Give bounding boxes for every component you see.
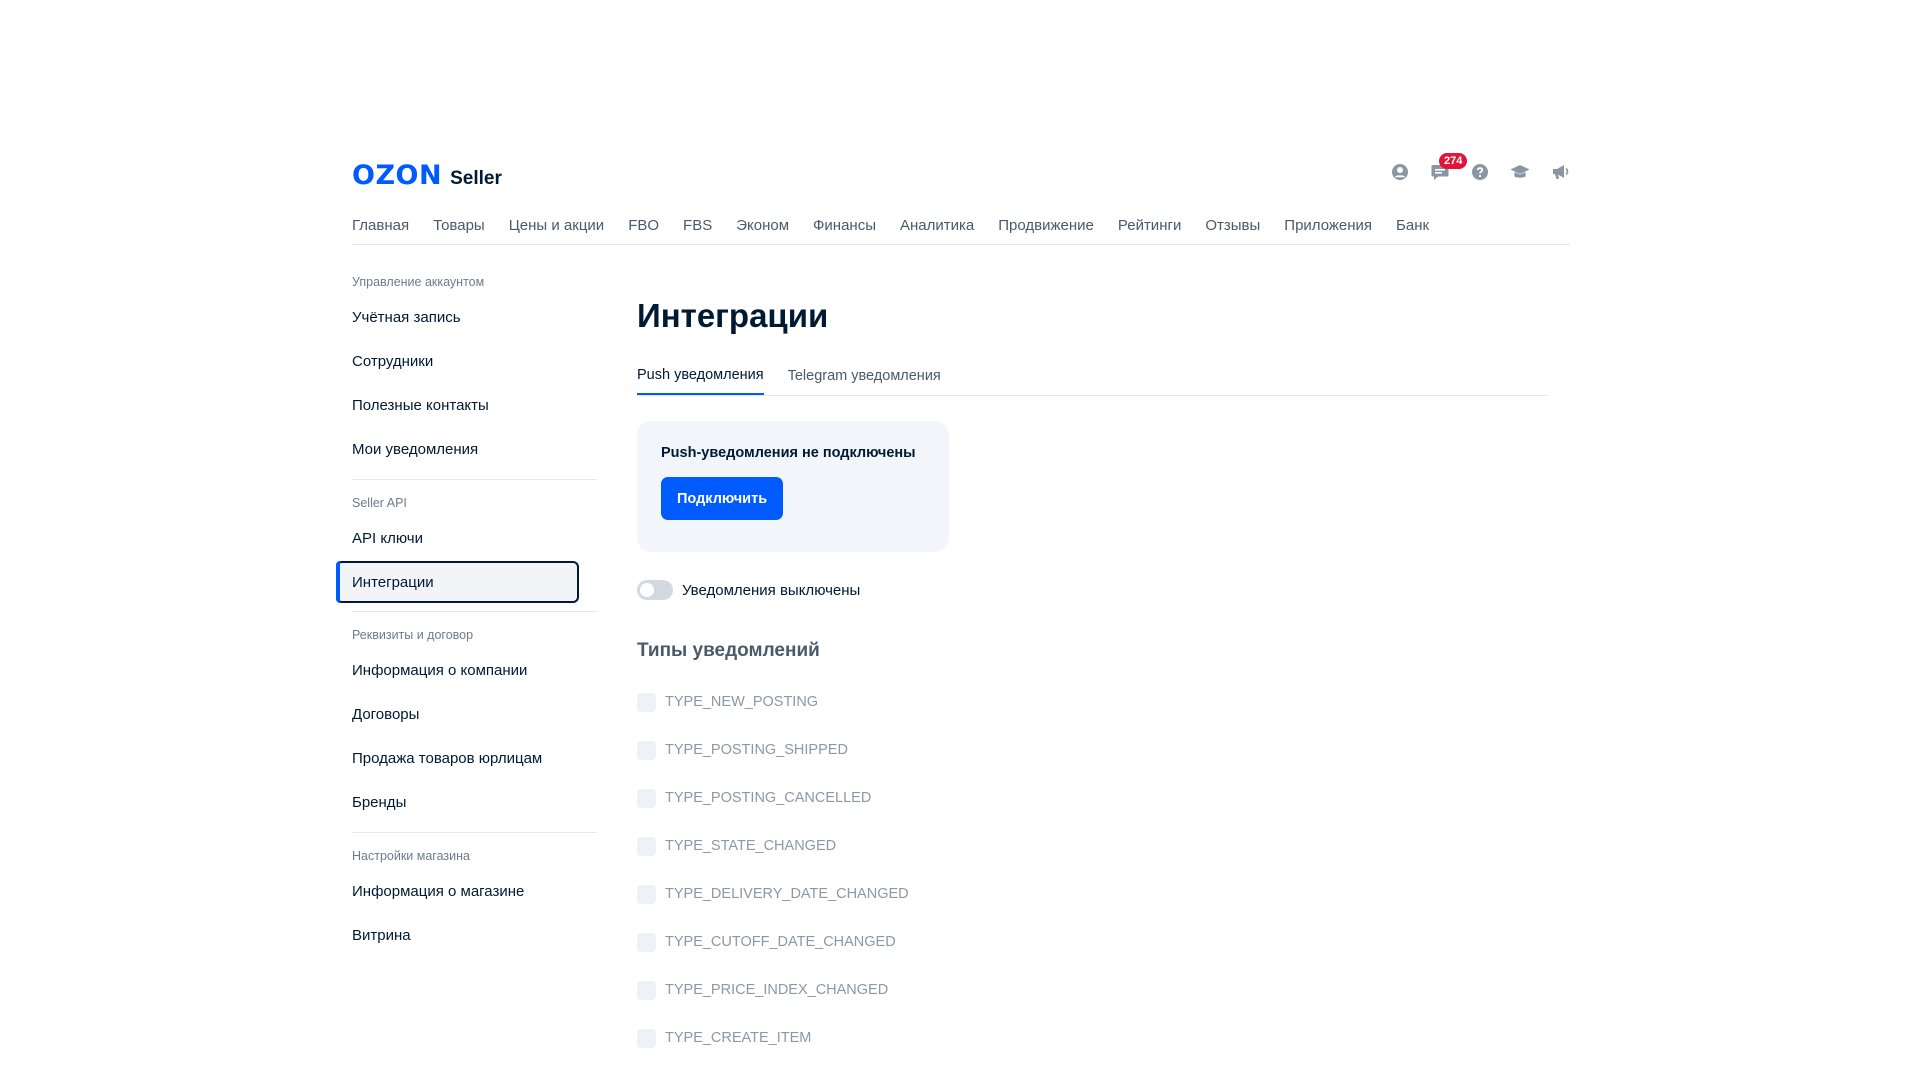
type-item: TYPE_NEW_POSTING: [637, 678, 1547, 726]
sidebar-item-api-keys[interactable]: API ключи: [352, 516, 597, 560]
notifications-toggle[interactable]: [637, 580, 673, 600]
header: OZON Seller 274: [352, 150, 1570, 200]
type-label: TYPE_DELIVERY_DATE_CHANGED: [665, 886, 909, 902]
type-item: TYPE_DELIVERY_DATE_CHANGED: [637, 870, 1547, 918]
header-icons: 274: [1390, 153, 1570, 182]
page: OZON Seller 274 Главная Товары Цены и ак…: [336, 150, 1570, 1048]
sidebar-item-account[interactable]: Учётная запись: [352, 295, 597, 339]
type-label: TYPE_STATE_CHANGED: [665, 838, 837, 854]
toggle-label: Уведомления выключены: [682, 581, 861, 599]
nav-ceny-i-akcii[interactable]: Цены и акции: [509, 217, 604, 234]
sidebar-divider: [352, 479, 597, 480]
education-icon[interactable]: [1510, 162, 1530, 182]
sidebar-item-store-info[interactable]: Информация о магазине: [352, 869, 597, 913]
logo-seller-label: Seller: [450, 168, 502, 189]
nav-fbo[interactable]: FBO: [628, 217, 659, 234]
type-label: TYPE_PRICE_INDEX_CHANGED: [665, 982, 889, 998]
type-item: TYPE_CUTOFF_DATE_CHANGED: [637, 918, 1547, 966]
type-checkbox[interactable]: [637, 836, 656, 856]
toggle-knob: [640, 583, 654, 597]
type-label: TYPE_POSTING_SHIPPED: [665, 742, 848, 758]
sidebar-item-brands[interactable]: Бренды: [352, 780, 597, 824]
type-checkbox[interactable]: [637, 932, 656, 952]
nav-otzyvy[interactable]: Отзывы: [1205, 217, 1260, 234]
type-checkbox[interactable]: [637, 740, 656, 760]
profile-icon[interactable]: [1390, 162, 1410, 182]
nav-glavnaya[interactable]: Главная: [352, 217, 409, 234]
nav-analitika[interactable]: Аналитика: [900, 217, 974, 234]
nav-fbs[interactable]: FBS: [683, 217, 712, 234]
type-item: TYPE_PRICE_INDEX_CHANGED: [637, 966, 1547, 1014]
type-checkbox[interactable]: [637, 692, 656, 712]
ozon-logo: OZON: [352, 160, 443, 191]
connect-button[interactable]: Подключить: [661, 477, 784, 520]
type-checkbox[interactable]: [637, 1028, 656, 1048]
sidebar-item-contracts[interactable]: Договоры: [352, 692, 597, 736]
chat-icon[interactable]: 274: [1430, 153, 1468, 182]
main-content: Интеграции Push уведомления Telegram уве…: [637, 269, 1547, 1062]
type-label: TYPE_POSTING_CANCELLED: [665, 790, 872, 806]
type-item: TYPE_POSTING_CANCELLED: [637, 774, 1547, 822]
sidebar-item-my-notifications[interactable]: Мои уведомления: [352, 427, 597, 471]
chat-badge: 274: [1439, 153, 1468, 169]
tab-push[interactable]: Push уведомления: [637, 357, 764, 395]
page-title: Интеграции: [637, 297, 829, 334]
type-checkbox[interactable]: [637, 980, 656, 1000]
sidebar-item-employees[interactable]: Сотрудники: [352, 339, 597, 383]
sidebar-section-title: Настройки магазина: [352, 849, 470, 863]
sidebar-divider: [352, 611, 597, 612]
type-label: TYPE_CUTOFF_DATE_CHANGED: [665, 934, 896, 950]
announcement-icon[interactable]: [1550, 162, 1570, 182]
nav-ekonom[interactable]: Эконом: [736, 217, 789, 234]
type-item: TYPE_POSTING_SHIPPED: [637, 726, 1547, 774]
sidebar-item-company-info[interactable]: Информация о компании: [352, 648, 597, 692]
top-nav: Главная Товары Цены и акции FBO FBS Экон…: [352, 206, 1570, 245]
nav-tovary[interactable]: Товары: [433, 217, 485, 234]
push-status-text: Push-уведомления не подключены: [661, 445, 916, 461]
tabs: Push уведомления Telegram уведомления: [637, 357, 1547, 396]
sidebar-divider: [352, 832, 597, 833]
sidebar-item-b2b-sales[interactable]: Продажа товаров юрлицам: [352, 736, 597, 780]
nav-bank[interactable]: Банк: [1396, 217, 1429, 234]
nav-prilozheniya[interactable]: Приложения: [1284, 217, 1372, 234]
help-icon[interactable]: [1470, 162, 1490, 182]
push-status-card: Push-уведомления не подключены Подключит…: [637, 421, 949, 552]
tab-telegram[interactable]: Telegram уведомления: [788, 357, 941, 395]
type-label: TYPE_NEW_POSTING: [665, 694, 819, 710]
notification-types-list: TYPE_NEW_POSTING TYPE_POSTING_SHIPPED TY…: [637, 678, 1547, 1062]
sidebar-section-title: Реквизиты и договор: [352, 628, 474, 642]
nav-reitingi[interactable]: Рейтинги: [1118, 217, 1181, 234]
type-checkbox[interactable]: [637, 788, 656, 808]
sidebar-item-integrations[interactable]: Интеграции: [336, 561, 579, 603]
nav-prodvizhenie[interactable]: Продвижение: [998, 217, 1094, 234]
sidebar-item-contacts[interactable]: Полезные контакты: [352, 383, 597, 427]
ozon-seller-logo[interactable]: OZON Seller: [352, 160, 502, 191]
type-checkbox[interactable]: [637, 884, 656, 904]
sidebar-item-storefront[interactable]: Витрина: [352, 913, 597, 957]
sidebar-section-title: Seller API: [352, 496, 407, 510]
notification-types-title: Типы уведомлений: [637, 640, 820, 661]
nav-finansy[interactable]: Финансы: [813, 217, 876, 234]
sidebar: Управление аккаунтом Учётная запись Сотр…: [336, 269, 597, 957]
notifications-toggle-row: Уведомления выключены: [637, 578, 1547, 602]
type-item: TYPE_CREATE_ITEM: [637, 1014, 1547, 1062]
sidebar-section-title: Управление аккаунтом: [352, 275, 485, 289]
type-label: TYPE_CREATE_ITEM: [665, 1030, 812, 1046]
type-item: TYPE_STATE_CHANGED: [637, 822, 1547, 870]
